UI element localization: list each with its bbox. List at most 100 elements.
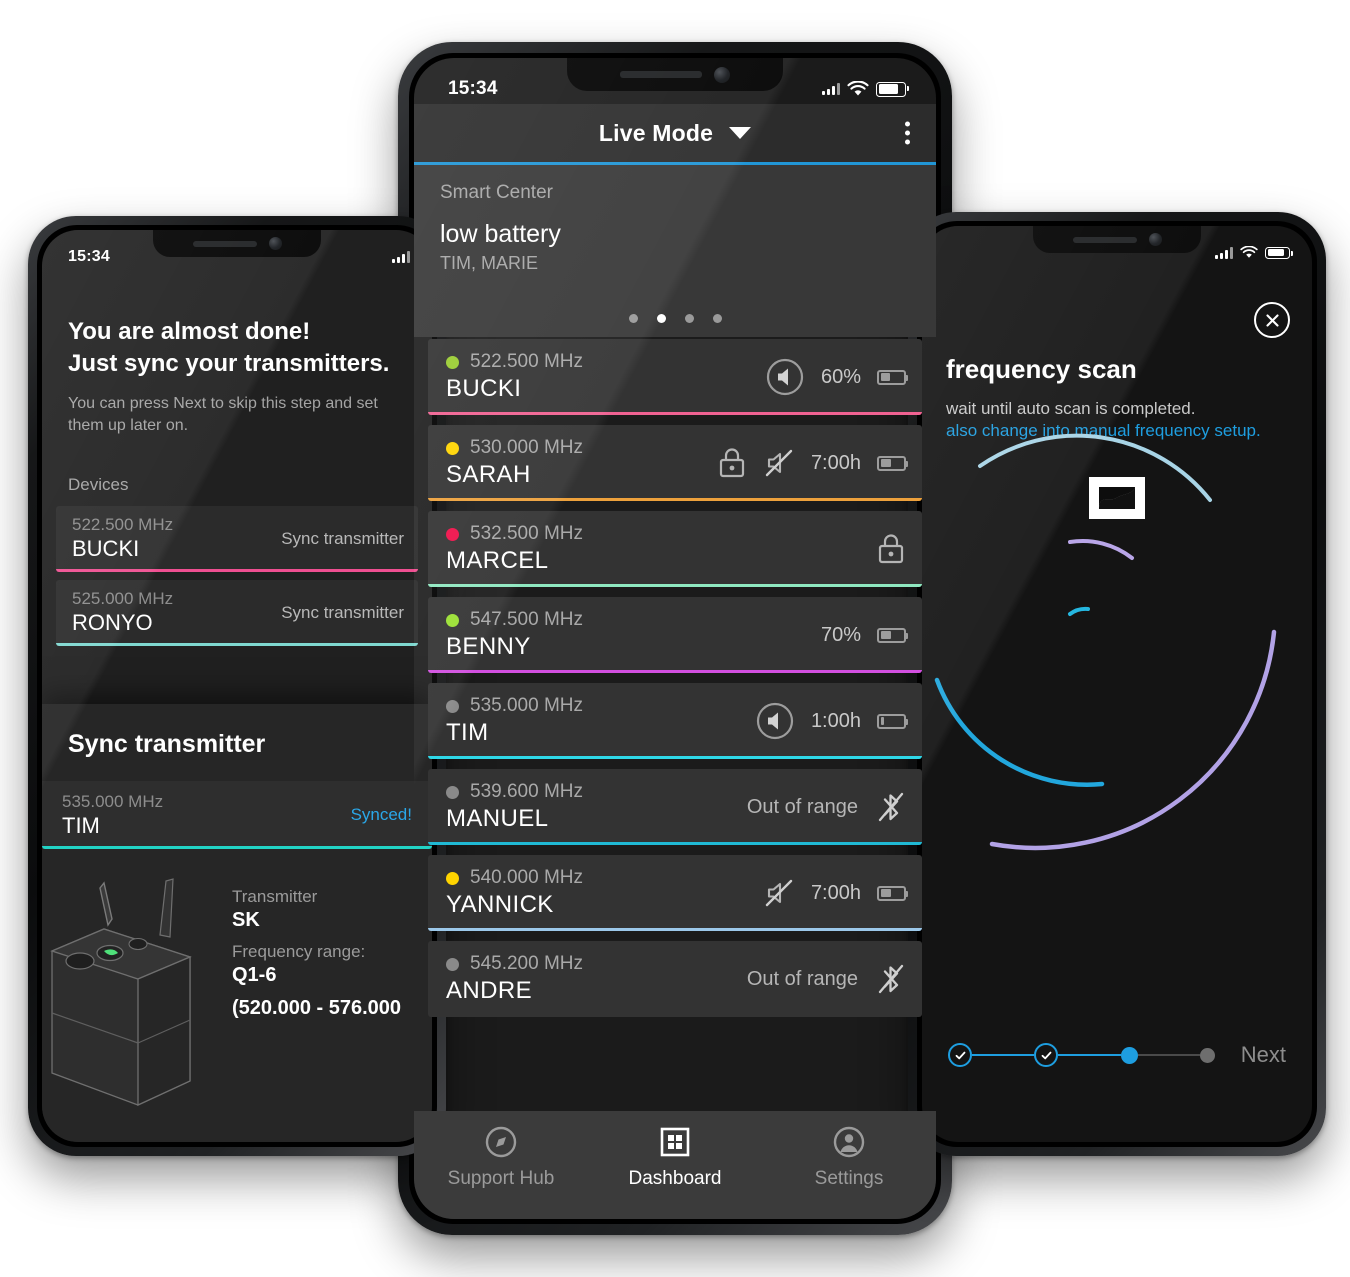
transmitter-label: Transmitter [232,887,318,906]
device-color-underline [428,412,922,415]
lock-icon[interactable] [876,532,906,566]
status-dot [446,355,459,369]
device-color-underline [428,756,922,759]
lock-icon[interactable] [717,446,747,480]
transmitter-info: Transmitter SK Frequency range: Q1-6 (52… [42,849,432,1113]
bottom-tab-bar: Support Hub Dashboard Settings [414,1111,936,1219]
device-color-underline [428,584,922,587]
sheet-title: Sync transmitter [68,730,266,758]
bluetooth-off-icon[interactable] [874,789,906,825]
list-item[interactable]: 535.000 MHz TIM Synced! [42,781,432,849]
grid-icon [660,1127,690,1157]
table-row[interactable]: 540.000 MHz YANNICK 7:00h [428,855,922,931]
device-name: YANNICK [446,891,554,918]
table-row[interactable]: 522.500 MHz BUCKI 60% [428,339,922,415]
device-status [876,532,906,566]
center-phone-device: 15:34 Live Mode Smart Center low battery… [398,42,952,1235]
chevron-down-icon[interactable] [729,127,752,139]
device-name: MARCEL [446,547,549,574]
device-name: TIM [62,812,100,838]
left-phone-bezel: 15:34 You are almost done! Just sync you… [37,225,437,1147]
device-color-underline [428,842,922,845]
sync-transmitter-sheet: Sync transmitter 535.000 MHz TIM Synced! [42,704,432,1142]
frequency-line: 522.500 MHz [446,351,583,373]
table-row[interactable]: 547.500 MHz BENNY 70% [428,597,922,673]
page-dot[interactable] [628,314,638,323]
left-phone-device: 15:34 You are almost done! Just sync you… [28,216,446,1156]
device-status: Out of range [747,789,906,825]
step-3-current[interactable] [1120,1046,1138,1064]
table-row[interactable]: 539.600 MHz MANUEL Out of range [428,769,922,845]
device-name: BUCKI [446,375,522,402]
speaker-on-icon[interactable] [765,357,805,397]
step-4-pending[interactable] [1199,1047,1215,1063]
device-color-underline [428,498,922,501]
list-item[interactable]: 522.500 MHz BUCKI Sync transmitter [56,505,418,572]
table-row[interactable]: 535.000 MHz TIM 1:00h [428,683,922,759]
step-connector-1 [972,1053,1035,1057]
center-phone-screen: 15:34 Live Mode Smart Center low battery… [414,58,936,1219]
sync-action[interactable]: Sync transmitter [281,529,404,549]
tab-dashboard[interactable]: Dashboard [588,1125,762,1190]
speaker-muted-icon[interactable] [763,877,795,909]
list-item[interactable]: 525.000 MHz RONYO Sync transmitter [56,579,418,646]
step-1-complete[interactable] [948,1043,972,1067]
close-icon [1265,313,1279,327]
frequency-line: 547.500 MHz [446,609,583,631]
kebab-menu-icon[interactable] [905,121,910,145]
right-phone-bezel: 15:34 [917,221,1317,1147]
table-row[interactable]: 530.000 MHz SARAH 7:00h [428,425,922,501]
table-row[interactable]: 532.500 MHz MARCEL [428,511,922,587]
sync-action[interactable]: Sync transmitter [281,603,404,623]
battery-icon [877,369,908,385]
device-frequency: 532.500 MHz [470,523,584,544]
bluetooth-off-icon[interactable] [874,961,906,997]
status-dot [446,957,459,971]
right-phone-screen: 15:34 [922,226,1312,1142]
frequency-range-value: Q1-6 [232,964,277,986]
smart-center-card[interactable]: Smart Center low battery TIM, MARIE [414,165,936,337]
device-info: 522.500 MHz BUCKI [446,351,583,403]
status-dot [446,613,459,627]
device-name: RONYO [72,610,153,635]
battery-value: 70% [820,623,861,646]
device-info: 530.000 MHz SARAH [446,437,583,489]
check-icon [1041,1051,1052,1059]
frequency-line: 535.000 MHz [446,695,583,717]
smart-center-subtitle: TIM, MARIE [440,253,538,273]
device-frequency: 539.600 MHz [470,781,584,802]
device-color-underline [428,670,922,673]
tab-settings[interactable]: Settings [762,1125,936,1190]
speaker-on-icon[interactable] [755,701,795,741]
step-connector-2 [1058,1053,1121,1057]
device-frequency: 530.000 MHz [470,437,584,458]
page-indicator-dots[interactable] [414,314,936,323]
sheet-device-list: 535.000 MHz TIM Synced! [42,781,432,849]
page-dot[interactable] [684,314,694,323]
next-button[interactable]: Next [1241,1042,1286,1068]
page-dot[interactable] [712,314,722,323]
battery-icon [877,885,908,901]
speaker-muted-icon[interactable] [763,447,795,479]
cellular-signal-icon [392,250,410,263]
device-frequency: 522.500 MHz [470,351,584,372]
status-indicators [392,250,410,263]
device-frequency: 547.500 MHz [470,609,584,630]
setup-stepper: Next [922,1042,1312,1068]
device-color-underline [56,642,418,646]
device-info: 539.600 MHz MANUEL [446,781,583,833]
battery-value: 60% [820,365,861,388]
frequency-line: 545.200 MHz [446,953,583,975]
page-dot-active[interactable] [656,314,666,323]
status-dot [446,527,459,541]
device-info: 545.200 MHz ANDRE [446,953,583,1005]
cellular-signal-icon [822,83,840,95]
device-frequency: 525.000 MHz [72,589,174,608]
tab-support-hub[interactable]: Support Hub [414,1125,588,1190]
step-2-complete[interactable] [1034,1043,1059,1067]
device-color-underline [428,928,922,931]
table-row[interactable]: 545.200 MHz ANDRE Out of range [428,941,922,1017]
status-bar: 15:34 [414,58,936,104]
status-bar: 15:34 [42,230,432,270]
close-button[interactable] [1254,302,1290,338]
